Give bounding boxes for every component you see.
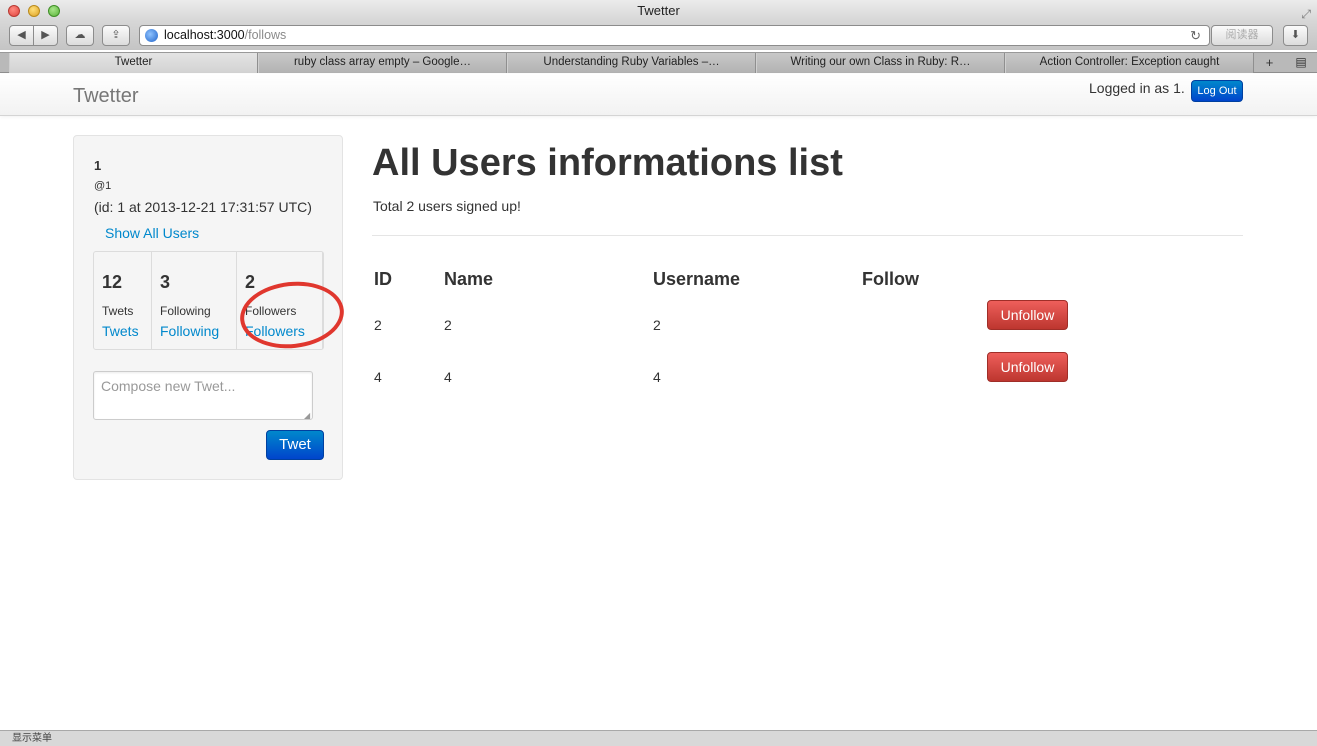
user-id-info: (id: 1 at 2013-12-21 17:31:57 UTC) — [94, 199, 312, 215]
profile-sidebar: 1 @1 (id: 1 at 2013-12-21 17:31:57 UTC) … — [73, 135, 348, 480]
cloud-icon: ☁ — [74, 29, 86, 41]
reload-icon[interactable]: ↻ — [1190, 26, 1201, 45]
stat-count: 3 — [160, 272, 171, 292]
following-link[interactable]: Following — [160, 323, 219, 339]
share-button[interactable]: ⇪ — [102, 25, 130, 46]
new-tab-icon[interactable]: + — [1257, 53, 1282, 73]
cell-username: 4 — [653, 369, 661, 385]
share-icon: ⇪ — [111, 29, 121, 41]
reader-button[interactable]: 阅读器 — [1211, 25, 1273, 46]
column-header-username: Username — [653, 269, 741, 289]
compose-twet-textarea[interactable]: Compose new Twet... — [93, 371, 313, 420]
address-bar[interactable]: localhost:3000/follows ↻ — [139, 25, 1210, 46]
site-navbar: Twetter Logged in as 1. Log Out — [0, 74, 1317, 116]
twets-link[interactable]: Twets — [102, 323, 139, 339]
page-title: All Users informations list — [372, 142, 843, 184]
forward-arrow-icon: ▶ — [41, 29, 50, 41]
stat-twets: 12 Twets Twets — [94, 252, 152, 349]
stat-count: 2 — [245, 272, 256, 292]
cell-username: 2 — [653, 317, 661, 333]
url-path: /follows — [244, 28, 287, 42]
show-all-users-link[interactable]: Show All Users — [105, 225, 199, 241]
users-count-text: Total 2 users signed up! — [373, 198, 521, 214]
column-header-name: Name — [444, 269, 494, 289]
downloads-button[interactable]: ⬇ — [1283, 25, 1308, 46]
unfollow-button[interactable]: Unfollow — [987, 352, 1068, 382]
download-icon: ⬇ — [1290, 29, 1301, 41]
tab-ruby-variables[interactable]: Understanding Ruby Variables –… — [507, 53, 756, 73]
brand-link[interactable]: Twetter — [73, 85, 139, 108]
stat-label: Twets — [102, 304, 134, 318]
cell-id: 4 — [374, 369, 382, 385]
back-arrow-icon: ◀ — [17, 29, 26, 41]
stats-panel: 12 Twets Twets 3 Following Following 2 F… — [93, 251, 348, 354]
close-window-button[interactable] — [8, 5, 20, 17]
divider — [372, 235, 1243, 236]
tab-ruby-class-array[interactable]: ruby class array empty – Google… — [258, 53, 507, 73]
logged-in-text: Logged in as 1. — [1089, 80, 1185, 96]
window-title: Twetter — [637, 3, 680, 18]
tab-overview-icon[interactable]: ▤ — [1287, 53, 1315, 73]
tab-bar: Twetter ruby class array empty – Google…… — [0, 52, 1317, 73]
cell-id: 2 — [374, 317, 382, 333]
stat-count: 12 — [102, 272, 123, 292]
url-host: localhost:3000 — [164, 28, 245, 42]
back-button[interactable]: ◀ — [9, 25, 34, 46]
cell-name: 2 — [444, 317, 452, 333]
status-bar: 显示菜单 — [0, 730, 1317, 746]
window-titlebar: Twetter ⤢ — [0, 0, 1317, 22]
unfollow-button[interactable]: Unfollow — [987, 300, 1068, 330]
tab-twetter[interactable]: Twetter — [9, 53, 258, 73]
forward-button[interactable]: ▶ — [33, 25, 58, 46]
column-header-follow: Follow — [862, 269, 919, 289]
minimize-window-button[interactable] — [28, 5, 40, 17]
stat-label: Following — [160, 304, 211, 318]
stat-following: 3 Following Following — [152, 252, 237, 349]
cell-name: 4 — [444, 369, 452, 385]
logout-button[interactable]: Log Out — [1191, 80, 1243, 102]
icloud-tabs-button[interactable]: ☁ — [66, 25, 94, 46]
browser-toolbar: ◀ ▶ ☁ ⇪ localhost:3000/follows ↻ 阅读器 ⬇ — [0, 22, 1317, 50]
zoom-window-button[interactable] — [48, 5, 60, 17]
column-header-id: ID — [374, 269, 392, 289]
tab-ruby-class[interactable]: Writing our own Class in Ruby: R… — [756, 53, 1005, 73]
twet-button[interactable]: Twet — [266, 430, 324, 460]
tab-action-controller[interactable]: Action Controller: Exception caught — [1005, 53, 1254, 73]
user-handle: @1 — [94, 180, 112, 192]
globe-icon — [145, 29, 158, 42]
user-name: 1 — [94, 158, 102, 173]
